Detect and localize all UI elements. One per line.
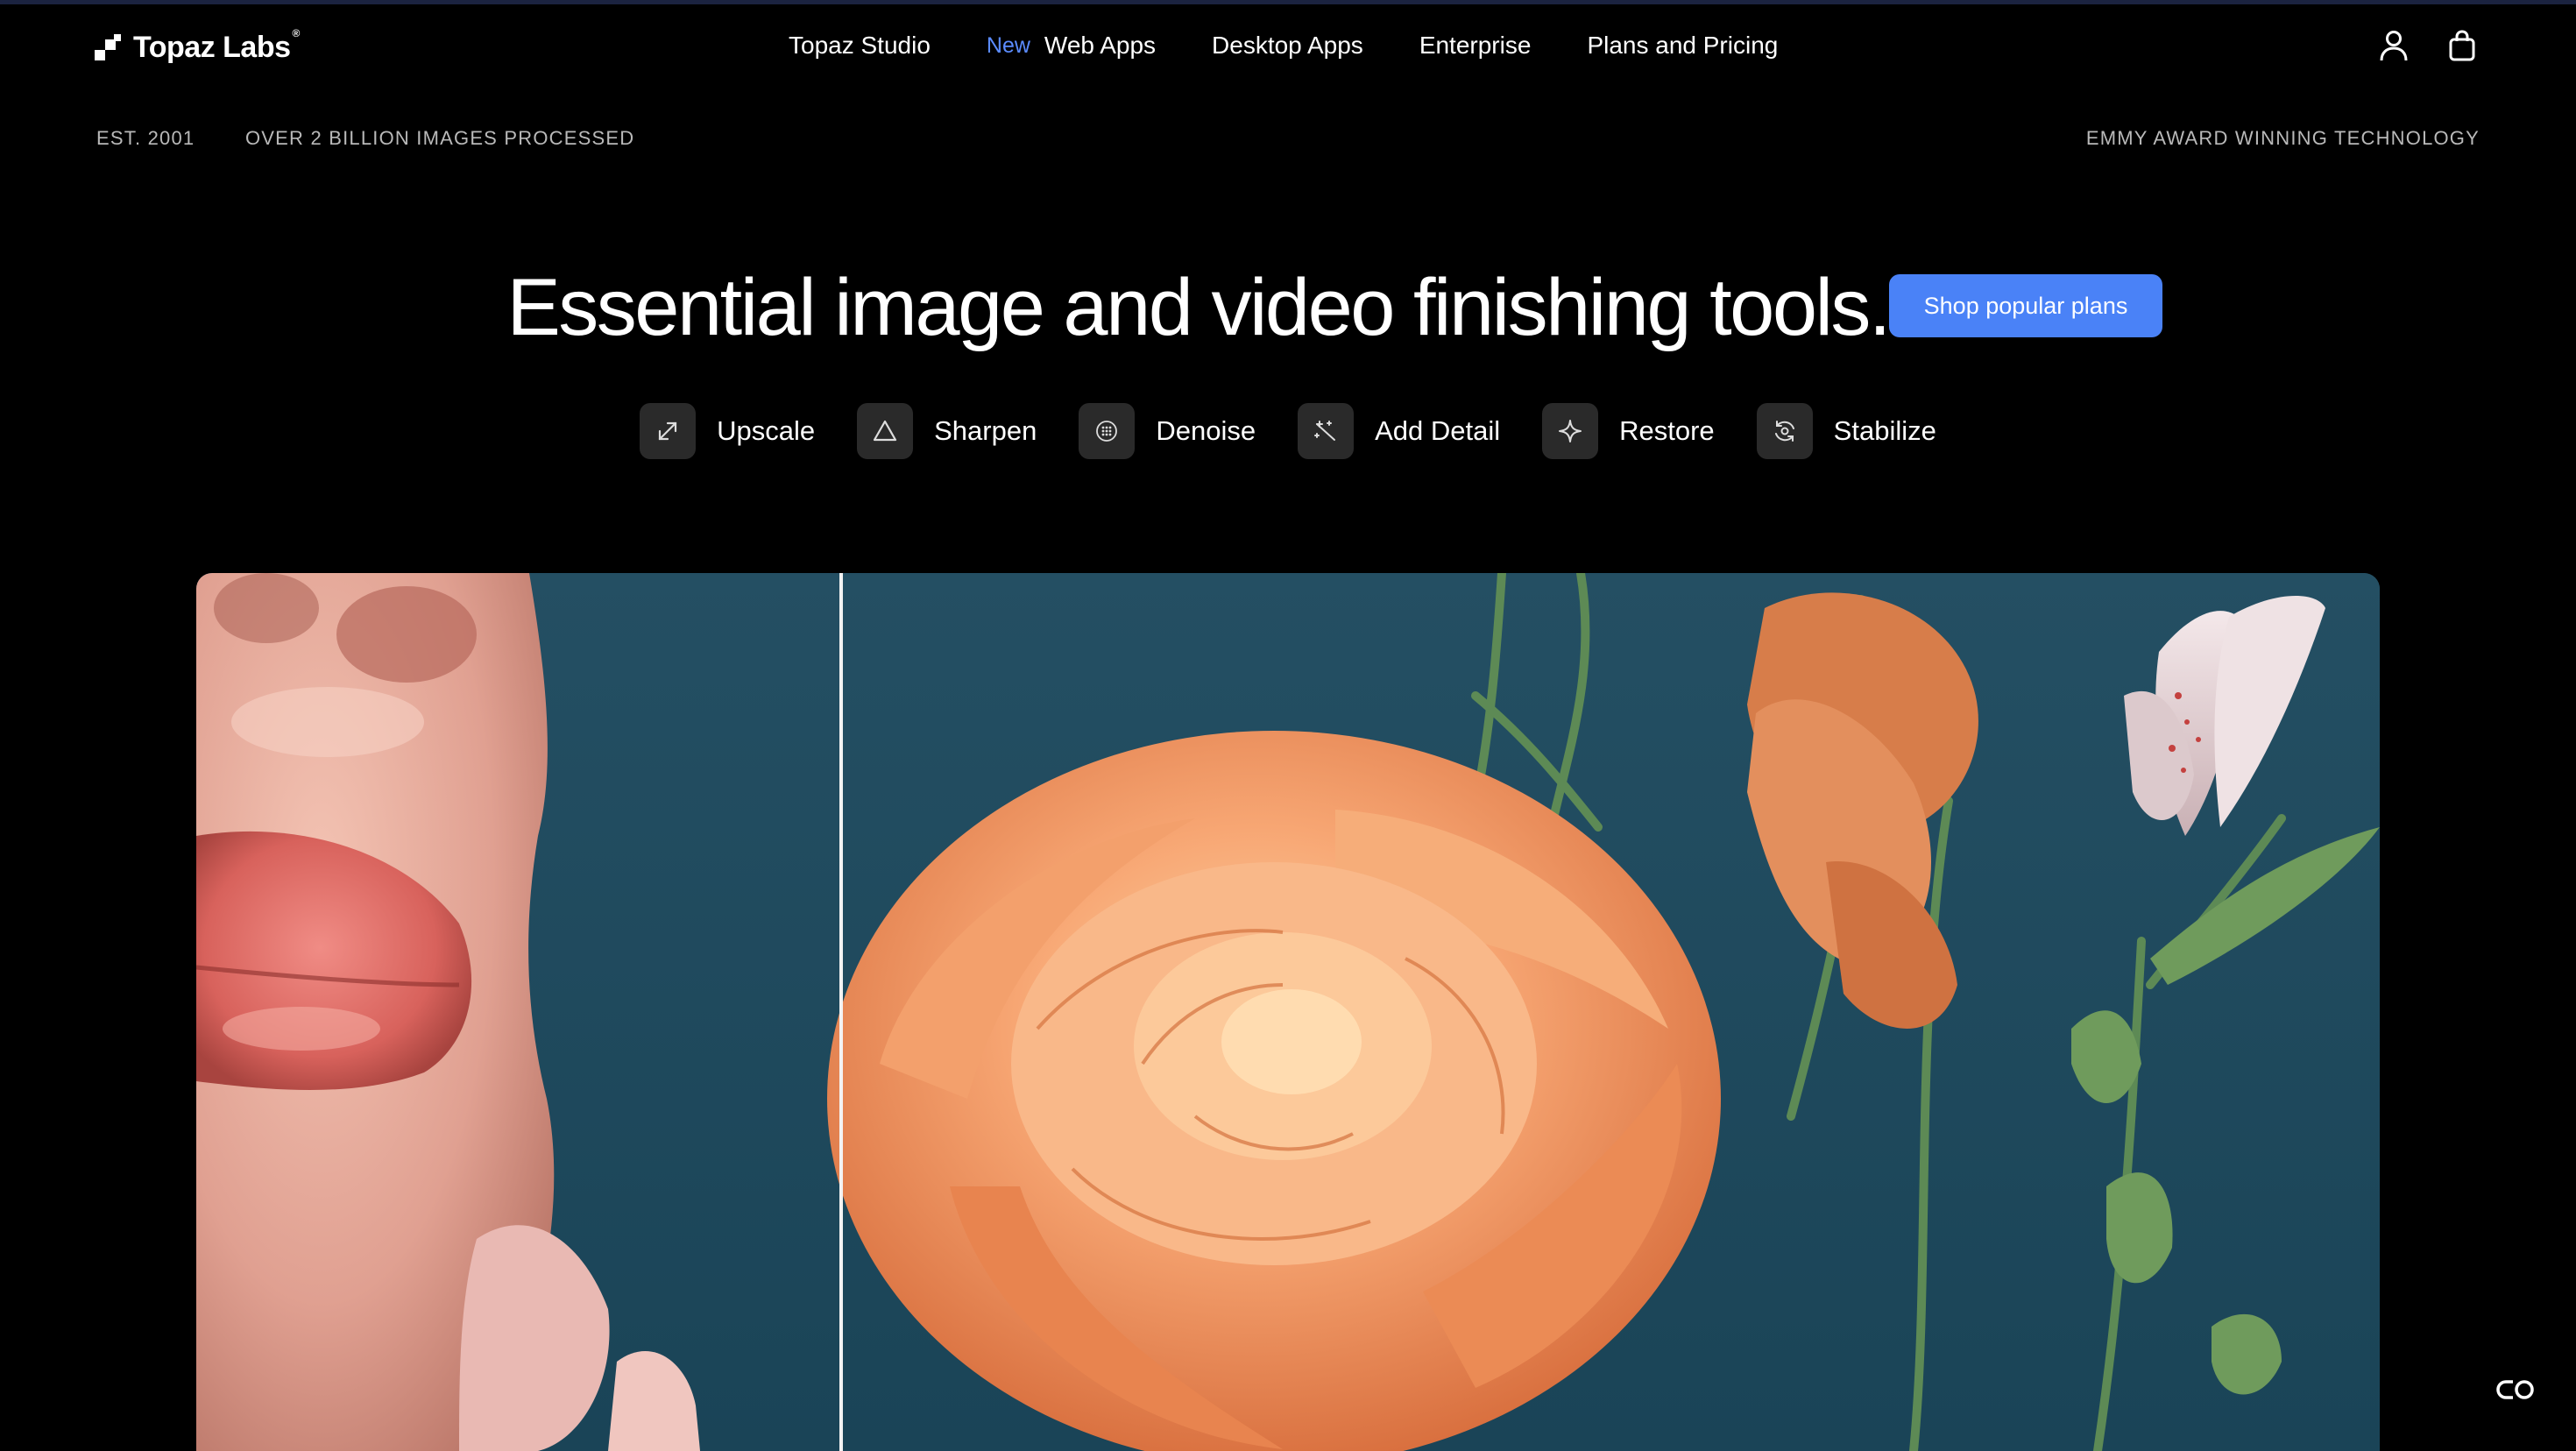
main-nav: Topaz Studio New Web Apps Desktop Apps E… bbox=[789, 25, 1778, 67]
shop-popular-plans-button[interactable]: Shop popular plans bbox=[1889, 274, 2162, 337]
nav-desktop-apps[interactable]: Desktop Apps bbox=[1212, 32, 1363, 60]
tool-denoise[interactable]: Denoise bbox=[1079, 403, 1256, 459]
tool-sharpen[interactable]: Sharpen bbox=[857, 403, 1037, 459]
nav-label: Web Apps bbox=[1044, 32, 1157, 59]
tool-restore[interactable]: Restore bbox=[1542, 403, 1715, 459]
hero-title: Essential image and video finishing tool… bbox=[506, 263, 1891, 352]
nav-topaz-studio[interactable]: Topaz Studio bbox=[789, 32, 931, 60]
add-detail-icon bbox=[1298, 403, 1355, 459]
nav-label: Plans and Pricing bbox=[1587, 32, 1779, 59]
hero-image bbox=[196, 573, 2380, 1451]
tool-list: Upscale Sharpen Denoise Add Detail Resto… bbox=[0, 403, 2576, 459]
tool-label: Upscale bbox=[717, 415, 816, 446]
tool-add-detail[interactable]: Add Detail bbox=[1298, 403, 1500, 459]
logo-mark-icon bbox=[95, 34, 121, 60]
upscale-icon bbox=[640, 403, 697, 459]
nav-enterprise[interactable]: Enterprise bbox=[1419, 32, 1532, 60]
cart-icon[interactable] bbox=[2441, 25, 2483, 67]
tool-label: Stabilize bbox=[1833, 415, 1936, 446]
tool-upscale[interactable]: Upscale bbox=[640, 403, 815, 459]
tool-label: Denoise bbox=[1156, 415, 1256, 446]
logo[interactable]: Topaz Labs ® bbox=[95, 26, 300, 65]
top-edge bbox=[0, 0, 2576, 4]
compare-divider-handle[interactable] bbox=[839, 573, 843, 1451]
denoise-icon bbox=[1079, 403, 1136, 459]
tool-label: Restore bbox=[1619, 415, 1715, 446]
nav-label: Enterprise bbox=[1419, 32, 1532, 59]
before-after-compare[interactable] bbox=[196, 573, 2380, 1451]
nav-label: Desktop Apps bbox=[1212, 32, 1363, 59]
nav-label: Topaz Studio bbox=[789, 32, 931, 59]
est-text: EST. 2001 bbox=[96, 127, 195, 149]
logo-text: Topaz Labs ® bbox=[133, 26, 300, 64]
account-icon[interactable] bbox=[2373, 25, 2415, 67]
restore-icon bbox=[1542, 403, 1599, 459]
chat-icon[interactable] bbox=[2492, 1372, 2541, 1407]
stabilize-icon bbox=[1756, 403, 1813, 459]
tool-label: Sharpen bbox=[934, 415, 1037, 446]
processed-text: OVER 2 BILLION IMAGES PROCESSED bbox=[245, 127, 635, 149]
award-text: EMMY AWARD WINNING TECHNOLOGY bbox=[2085, 127, 2480, 149]
nav-web-apps[interactable]: New Web Apps bbox=[987, 32, 1156, 60]
tool-label: Add Detail bbox=[1375, 415, 1501, 446]
sharpen-icon bbox=[857, 403, 914, 459]
tool-stabilize[interactable]: Stabilize bbox=[1756, 403, 1936, 459]
new-badge: New bbox=[986, 32, 1030, 58]
nav-plans-pricing[interactable]: Plans and Pricing bbox=[1587, 32, 1778, 60]
